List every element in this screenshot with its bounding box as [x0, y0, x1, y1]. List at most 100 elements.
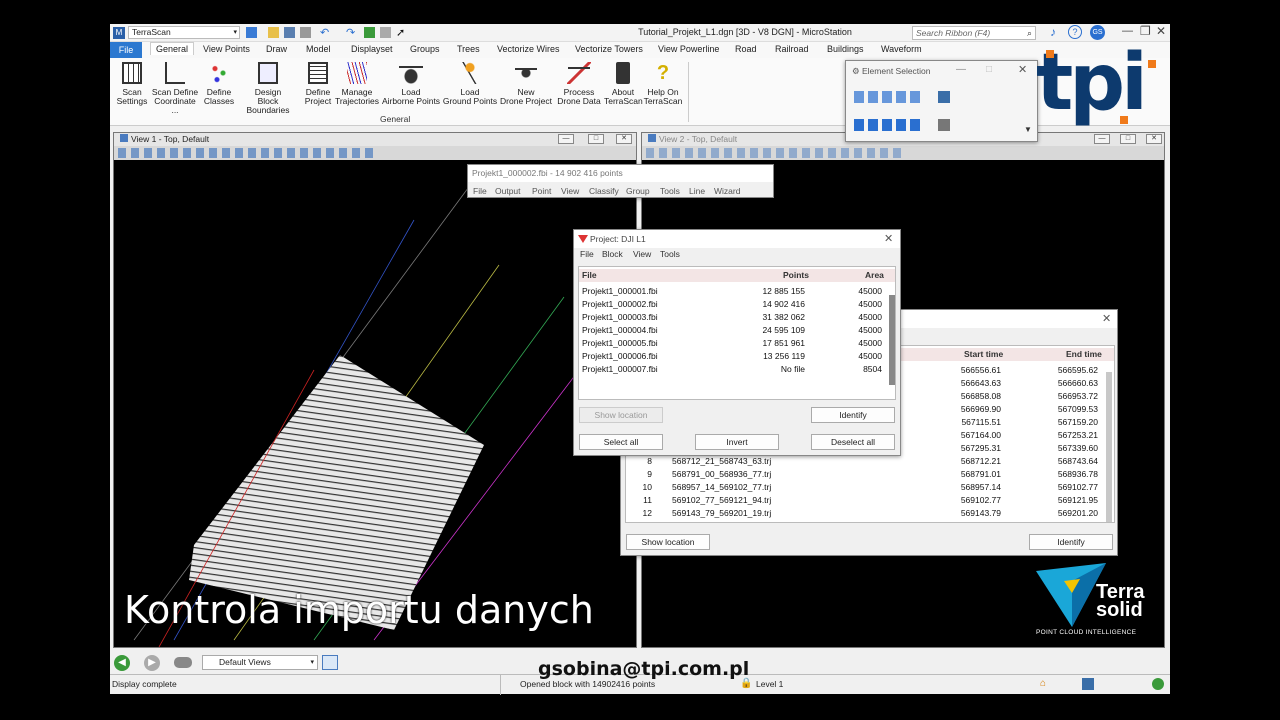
menu-output[interactable]: Output — [495, 186, 521, 196]
tab-railroad[interactable]: Railroad — [775, 44, 809, 54]
chevron-down-icon[interactable]: ▼ — [1024, 125, 1032, 134]
scrollbar[interactable] — [1106, 372, 1112, 522]
menu-classify[interactable]: Classify — [589, 186, 619, 196]
show-location-button[interactable]: Show location — [579, 407, 663, 423]
print-icon[interactable] — [380, 27, 391, 38]
manage-trajectories-button[interactable]: Manage Trajectories — [334, 62, 380, 106]
show-location-button[interactable]: Show location — [626, 534, 710, 550]
cursor-icon[interactable]: ➚ — [396, 26, 405, 39]
table-row[interactable]: Projekt1_000003.fbi 31 382 062 45000 — [579, 311, 895, 324]
maximize-icon[interactable]: □ — [986, 64, 992, 75]
tab-trees[interactable]: Trees — [457, 44, 480, 54]
pin-icon[interactable] — [364, 27, 375, 38]
deselect-icon[interactable] — [938, 91, 950, 103]
menu-view[interactable]: View — [633, 249, 651, 259]
about-terrascan-button[interactable]: About TerraScan — [604, 62, 643, 106]
menu-tools[interactable]: Tools — [660, 186, 680, 196]
tab-vectorize-towers[interactable]: Vectorize Towers — [575, 44, 643, 54]
table-row[interactable]: 11 569102_77_569121_94.trj 569102.77 569121… — [626, 494, 1114, 507]
restore-icon[interactable]: ❐ — [1140, 24, 1151, 38]
view-minimize-icon[interactable]: — — [558, 134, 574, 144]
table-row[interactable]: Projekt1_000001.fbi 12 885 155 45000 — [579, 285, 895, 298]
design-block-boundaries-button[interactable]: Design Block Boundaries — [236, 62, 300, 115]
table-row[interactable]: Projekt1_000006.fbi 13 256 119 45000 — [579, 350, 895, 363]
tab-file[interactable]: File — [110, 42, 142, 58]
view-minimize-icon[interactable]: — — [1094, 134, 1110, 144]
table-row[interactable]: Projekt1_000007.fbi No file 8504 — [579, 363, 895, 376]
selection-mode-icons[interactable] — [854, 119, 920, 131]
open-folder-icon[interactable] — [268, 27, 279, 38]
table-row[interactable]: 10 568957_14_569102_77.trj 568957.14 569102… — [626, 481, 1114, 494]
close-icon[interactable]: ✕ — [884, 232, 893, 245]
table-row[interactable]: 9 568791_00_568936_77.trj 568791.01 568936.… — [626, 468, 1114, 481]
tab-general[interactable]: General — [150, 42, 195, 55]
help-on-terrascan-button[interactable]: ? Help On TerraScan — [642, 62, 684, 106]
menu-group[interactable]: Group — [626, 186, 650, 196]
v8-icon[interactable] — [246, 27, 257, 38]
view-maximize-icon[interactable]: □ — [1120, 134, 1136, 144]
tab-view-points[interactable]: View Points — [203, 44, 250, 54]
identify-button[interactable]: Identify — [811, 407, 895, 423]
tab-groups[interactable]: Groups — [410, 44, 440, 54]
tab-displayset[interactable]: Displayset — [351, 44, 393, 54]
table-row[interactable]: Projekt1_000002.fbi 14 902 416 45000 — [579, 298, 895, 311]
menu-wizard[interactable]: Wizard — [714, 186, 740, 196]
tab-view-powerline[interactable]: View Powerline — [658, 44, 719, 54]
tab-draw[interactable]: Draw — [266, 44, 287, 54]
undo-icon[interactable]: ↶ — [320, 26, 329, 39]
forward-icon[interactable]: ▶ — [144, 655, 160, 671]
menu-point[interactable]: Point — [532, 186, 551, 196]
view-close-icon[interactable]: ✕ — [1146, 134, 1162, 144]
menu-block[interactable]: Block — [602, 249, 623, 259]
tab-road[interactable]: Road — [735, 44, 757, 54]
close-icon[interactable]: ✕ — [1102, 312, 1111, 325]
load-ground-points-button[interactable]: Load Ground Points — [442, 62, 498, 106]
view-groups-icon[interactable] — [322, 655, 338, 670]
select-all-icon[interactable] — [938, 119, 950, 131]
model-icon[interactable] — [1082, 678, 1094, 690]
point-cloud-canvas-1[interactable] — [114, 160, 636, 647]
view-tools-icon[interactable] — [646, 148, 906, 158]
compress-icon[interactable] — [300, 27, 311, 38]
new-drone-project-button[interactable]: New Drone Project — [498, 62, 554, 106]
menu-line[interactable]: Line — [689, 186, 705, 196]
project-blocks-list[interactable]: File Points Area Projekt1_000001.fbi 12 8… — [578, 266, 896, 400]
view-tools-icon[interactable] — [118, 148, 378, 158]
menu-view[interactable]: View — [561, 186, 579, 196]
menu-tools[interactable]: Tools — [660, 249, 680, 259]
tab-vectorize-wires[interactable]: Vectorize Wires — [497, 44, 560, 54]
scan-settings-button[interactable]: Scan Settings — [114, 62, 150, 106]
scrollbar[interactable] — [889, 295, 895, 385]
minimize-icon[interactable]: — — [1122, 25, 1133, 37]
deselect-all-button[interactable]: Deselect all — [811, 434, 895, 450]
process-drone-data-button[interactable]: Process Drone Data — [554, 62, 604, 106]
define-project-button[interactable]: Define Project — [302, 62, 334, 106]
redo-icon[interactable]: ↷ — [346, 26, 355, 39]
scan-define-coordinate-button[interactable]: Scan Define Coordinate ... — [150, 62, 200, 115]
views-select[interactable]: Default Views ▾ — [202, 655, 318, 670]
tab-buildings[interactable]: Buildings — [827, 44, 864, 54]
view-close-icon[interactable]: ✕ — [616, 134, 632, 144]
menu-file[interactable]: File — [473, 186, 487, 196]
save-icon[interactable] — [284, 27, 295, 38]
define-classes-button[interactable]: Define Classes — [202, 62, 236, 106]
invert-button[interactable]: Invert — [695, 434, 779, 450]
table-row[interactable]: Projekt1_000004.fbi 24 595 109 45000 — [579, 324, 895, 337]
load-airborne-points-button[interactable]: Load Airborne Points — [380, 62, 442, 106]
search-ribbon-input[interactable]: Search Ribbon (F4) ⌕ — [912, 26, 1036, 40]
back-icon[interactable]: ◀ — [114, 655, 130, 671]
minimize-icon[interactable]: — — [956, 64, 966, 75]
active-level[interactable]: Level 1 — [756, 679, 783, 689]
table-row[interactable]: 12 569143_79_569201_19.trj 569143.79 569201… — [626, 507, 1114, 520]
connection-icon[interactable] — [1152, 678, 1164, 690]
identify-button[interactable]: Identify — [1029, 534, 1113, 550]
table-row[interactable]: Projekt1_000005.fbi 17 851 961 45000 — [579, 337, 895, 350]
menu-file[interactable]: File — [580, 249, 594, 259]
saved-views-icon[interactable] — [174, 657, 192, 668]
selection-method-icons[interactable] — [854, 91, 920, 103]
home-icon[interactable]: ⌂ — [1040, 678, 1046, 689]
select-all-button[interactable]: Select all — [579, 434, 663, 450]
help-icon[interactable]: ? — [1068, 25, 1082, 39]
close-icon[interactable]: ✕ — [1018, 63, 1027, 76]
view-maximize-icon[interactable]: □ — [588, 134, 604, 144]
